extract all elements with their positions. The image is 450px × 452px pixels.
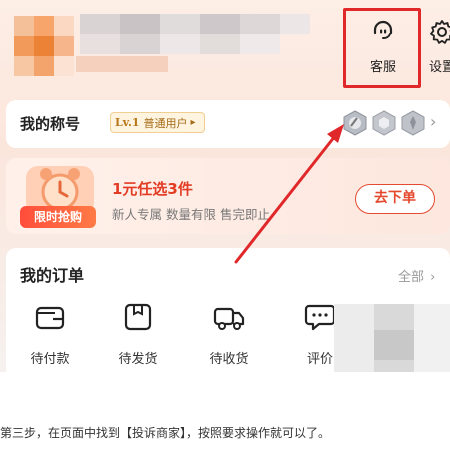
- order-item-label: 待付款: [30, 352, 70, 367]
- level-text: 普通用户: [143, 116, 188, 130]
- promo-subtitle: 新人专属 数量有限 售完即止: [112, 207, 270, 222]
- instruction-caption: 第三步，在页面中找到【投诉商家】，按照要求操作就可以了。: [0, 426, 331, 440]
- avatar-blurred[interactable]: [14, 16, 76, 88]
- chevron-right-icon: ›: [430, 270, 436, 285]
- level-number: Lv.1: [115, 116, 140, 129]
- medal-icon[interactable]: [371, 110, 397, 136]
- chevron-right-icon[interactable]: ›: [430, 112, 436, 131]
- blurred-region: [414, 304, 450, 372]
- title-label: 我的称号: [20, 115, 81, 133]
- comment-icon: [303, 300, 337, 338]
- flash-sale-tag: 限时抢购: [20, 206, 96, 228]
- level-badge[interactable]: Lv.1 普通用户 ▸: [110, 112, 205, 133]
- orders-all-label: 全部: [398, 270, 425, 285]
- order-item-label: 评价: [306, 352, 333, 367]
- settings-label: 设置: [428, 60, 450, 75]
- medal-icon[interactable]: [342, 110, 368, 136]
- blurred-region: [334, 304, 374, 372]
- order-pending-receipt[interactable]: 待收货: [199, 300, 259, 367]
- customer-service-button[interactable]: 客服: [353, 18, 413, 75]
- order-now-button[interactable]: 去下单: [355, 184, 435, 214]
- promo-title: 1元任选3件: [112, 180, 193, 198]
- username-blurred: [80, 14, 310, 54]
- blurred-region: [374, 330, 414, 360]
- order-item-label: 待发货: [118, 352, 158, 367]
- user-subinfo-blurred: [76, 56, 168, 72]
- package-icon: [121, 300, 155, 338]
- orders-title: 我的订单: [20, 266, 85, 285]
- medal-icon[interactable]: [400, 110, 426, 136]
- customer-service-label: 客服: [369, 60, 396, 75]
- truck-icon: [212, 300, 246, 338]
- order-pending-payment[interactable]: 待付款: [20, 300, 80, 367]
- wallet-icon: [33, 300, 67, 338]
- chevron-right-icon: ▸: [190, 117, 196, 128]
- settings-button[interactable]: 设置: [422, 18, 450, 75]
- order-pending-shipment[interactable]: 待发货: [108, 300, 168, 367]
- gear-icon: [428, 18, 450, 50]
- app-screen: 客服 设置 我的称号 Lv.1 普通用户 ▸ › 限时抢购 1元任选3件 新人专…: [0, 0, 450, 372]
- order-item-label: 待收货: [209, 352, 249, 367]
- orders-all-link[interactable]: 全部 ›: [398, 266, 435, 285]
- headset-icon: [369, 18, 397, 50]
